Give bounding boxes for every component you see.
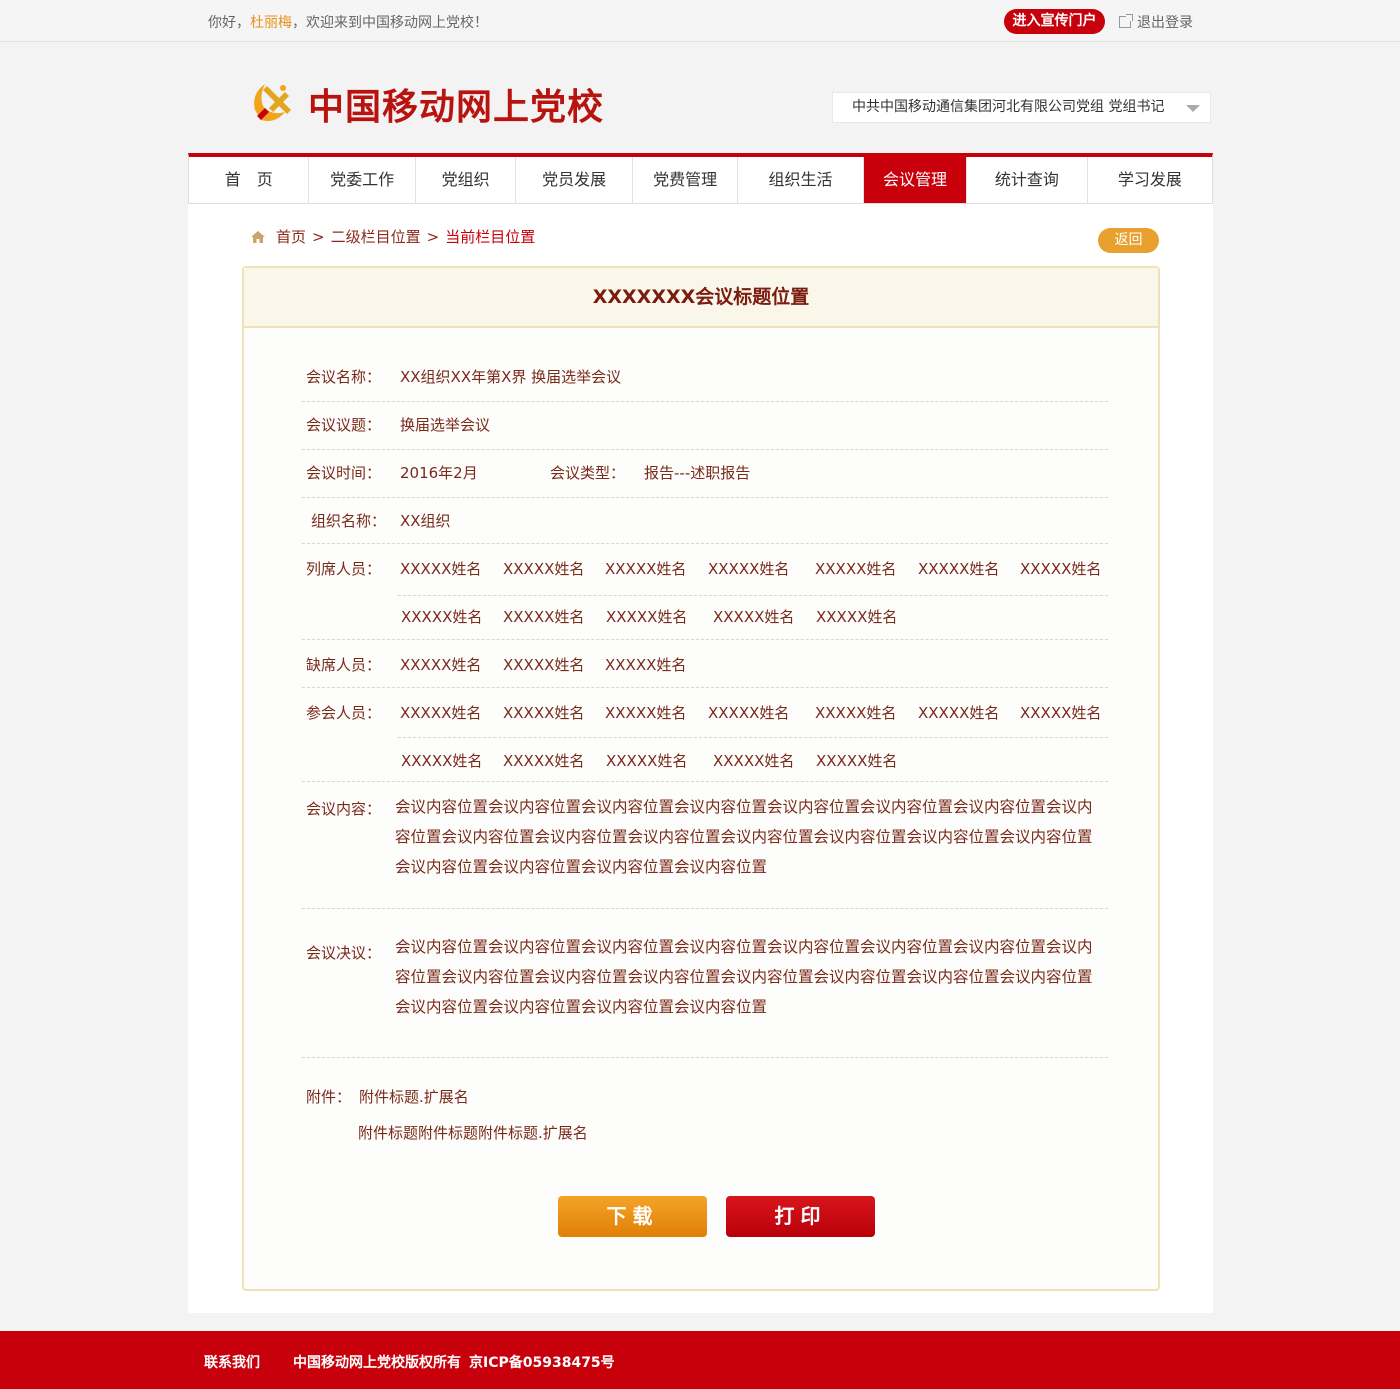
divider bbox=[302, 497, 1108, 498]
breadcrumb-current: 当前栏目位置 bbox=[445, 228, 536, 246]
organization-select[interactable]: 中共中国移动通信集团河北有限公司党组 党组书记 bbox=[832, 92, 1211, 123]
meeting-type-label: 会议类型： bbox=[550, 464, 626, 482]
attendees-label: 列席人员： bbox=[306, 560, 382, 578]
absent-name: XXXXX姓名 bbox=[400, 656, 482, 674]
meeting-content-text: 会议内容位置会议内容位置会议内容位置会议内容位置会议内容位置会议内容位置会议内容… bbox=[395, 798, 1093, 876]
attendee-name: XXXXX姓名 bbox=[605, 560, 687, 578]
meeting-name-value: XX组织XX年第X界 换届选举会议 bbox=[400, 368, 622, 386]
attendee-name: XXXXX姓名 bbox=[400, 560, 482, 578]
absent-name: XXXXX姓名 bbox=[605, 656, 687, 674]
attendee-name: XXXXX姓名 bbox=[815, 560, 897, 578]
meeting-title: XXXXXXX会议标题位置 bbox=[244, 268, 1158, 328]
nav-item-member-dev[interactable]: 党员发展 bbox=[516, 157, 633, 203]
download-button[interactable]: 下载 bbox=[558, 1196, 707, 1237]
party-emblem-icon bbox=[254, 84, 291, 121]
divider bbox=[302, 908, 1108, 909]
breadcrumb-level2[interactable]: 二级栏目位置 bbox=[331, 228, 421, 246]
external-link-icon bbox=[1119, 14, 1133, 28]
participant-name: XXXXX姓名 bbox=[918, 704, 1000, 722]
contact-us-link[interactable]: 联系我们 bbox=[204, 1352, 260, 1372]
breadcrumb-separator: > bbox=[312, 228, 325, 246]
attendee-name: XXXXX姓名 bbox=[708, 560, 790, 578]
greeting-suffix: ，欢迎来到中国移动网上党校！ bbox=[292, 15, 488, 31]
meeting-time-label: 会议时间： bbox=[306, 464, 382, 482]
divider bbox=[302, 781, 1108, 782]
meeting-time-value: 2016年2月 bbox=[400, 464, 478, 482]
participant-name: XXXXX姓名 bbox=[815, 704, 897, 722]
attachment-label: 附件： bbox=[306, 1088, 352, 1106]
attendee-name: XXXXX姓名 bbox=[1020, 560, 1102, 578]
user-name[interactable]: 杜丽梅 bbox=[250, 15, 292, 31]
participants-label: 参会人员： bbox=[306, 704, 382, 722]
participant-name: XXXXX姓名 bbox=[606, 752, 688, 770]
participant-name: XXXXX姓名 bbox=[401, 752, 483, 770]
participant-name: XXXXX姓名 bbox=[503, 704, 585, 722]
divider bbox=[302, 639, 1108, 640]
breadcrumb-separator: > bbox=[426, 228, 440, 246]
meeting-content-label: 会议内容： bbox=[306, 800, 382, 818]
nav-item-statistics[interactable]: 统计查询 bbox=[967, 157, 1088, 203]
attendee-name: XXXXX姓名 bbox=[401, 608, 483, 626]
participant-name: XXXXX姓名 bbox=[400, 704, 482, 722]
breadcrumb: 首页 > 二级栏目位置 > 当前栏目位置 bbox=[250, 226, 535, 247]
nav-item-party-committee[interactable]: 党委工作 bbox=[309, 157, 416, 203]
attendee-name: XXXXX姓名 bbox=[503, 560, 585, 578]
icp-text: 京ICP备05938475号 bbox=[469, 1355, 615, 1371]
divider bbox=[302, 543, 1108, 544]
site-title: 中国移动网上党校 bbox=[308, 86, 605, 128]
nav-item-org-life[interactable]: 组织生活 bbox=[738, 157, 864, 203]
attendee-name: XXXXX姓名 bbox=[918, 560, 1000, 578]
chevron-down-icon bbox=[1186, 105, 1200, 112]
divider bbox=[398, 595, 1108, 596]
attendee-name: XXXXX姓名 bbox=[503, 608, 585, 626]
meeting-detail-panel: XXXXXXX会议标题位置 会议名称： XX组织XX年第X界 换届选举会议 会议… bbox=[242, 266, 1160, 1291]
attendee-name: XXXXX姓名 bbox=[606, 608, 688, 626]
divider bbox=[398, 737, 1108, 738]
breadcrumb-home[interactable]: 首页 bbox=[276, 228, 306, 246]
logout-label: 退出登录 bbox=[1137, 15, 1193, 31]
meeting-resolution-text: 会议内容位置会议内容位置会议内容位置会议内容位置会议内容位置会议内容位置会议内容… bbox=[395, 938, 1093, 1016]
attachment-link[interactable]: 附件标题.扩展名 bbox=[359, 1086, 469, 1107]
nav-item-home[interactable]: 首 页 bbox=[189, 157, 310, 203]
divider bbox=[302, 1057, 1108, 1058]
attachment-link[interactable]: 附件标题附件标题附件标题.扩展名 bbox=[358, 1122, 588, 1143]
organization-selected-value: 中共中国移动通信集团河北有限公司党组 党组书记 bbox=[852, 99, 1165, 115]
print-button[interactable]: 打印 bbox=[726, 1196, 875, 1237]
participant-name: XXXXX姓名 bbox=[713, 752, 795, 770]
copyright-text: 中国移动网上党校版权所有 bbox=[293, 1355, 461, 1371]
nav-item-meeting[interactable]: 会议管理 bbox=[863, 157, 968, 203]
meeting-topic-value: 换届选举会议 bbox=[400, 416, 491, 434]
divider bbox=[302, 687, 1108, 688]
participant-name: XXXXX姓名 bbox=[816, 752, 898, 770]
participant-name: XXXXX姓名 bbox=[605, 704, 687, 722]
top-bar: 你好，杜丽梅，欢迎来到中国移动网上党校！ 进入宣传门户 退出登录 bbox=[0, 0, 1400, 42]
nav-item-dues[interactable]: 党费管理 bbox=[633, 157, 739, 203]
greeting: 你好，杜丽梅，欢迎来到中国移动网上党校！ bbox=[208, 12, 488, 32]
main-content: 首页 > 二级栏目位置 > 当前栏目位置 返回 XXXXXXX会议标题位置 会议名称： … bbox=[188, 204, 1213, 1313]
main-nav: 首 页 党委工作 党组织 党员发展 党费管理 组织生活 会议管理 统计查询 学习… bbox=[188, 153, 1213, 204]
attendee-name: XXXXX姓名 bbox=[816, 608, 898, 626]
nav-item-learning[interactable]: 学习发展 bbox=[1088, 157, 1212, 203]
logout-link[interactable]: 退出登录 bbox=[1119, 12, 1193, 32]
org-name-value: XX组织 bbox=[400, 512, 451, 530]
meeting-topic-label: 会议议题： bbox=[306, 416, 382, 434]
absent-name: XXXXX姓名 bbox=[503, 656, 585, 674]
meeting-name-label: 会议名称： bbox=[306, 368, 382, 386]
back-button[interactable]: 返回 bbox=[1098, 228, 1159, 253]
home-icon bbox=[251, 231, 265, 243]
footer: 联系我们 中国移动网上党校版权所有 京ICP备05938475号 bbox=[0, 1331, 1400, 1389]
org-name-label: 组织名称： bbox=[311, 512, 387, 530]
participant-name: XXXXX姓名 bbox=[1020, 704, 1102, 722]
participant-name: XXXXX姓名 bbox=[708, 704, 790, 722]
divider bbox=[302, 401, 1108, 402]
nav-item-party-org[interactable]: 党组织 bbox=[416, 157, 517, 203]
attendee-name: XXXXX姓名 bbox=[713, 608, 795, 626]
meeting-type-value: 报告---述职报告 bbox=[644, 464, 751, 482]
greeting-prefix: 你好， bbox=[208, 15, 250, 31]
participant-name: XXXXX姓名 bbox=[503, 752, 585, 770]
divider bbox=[302, 449, 1108, 450]
meeting-resolution-label: 会议决议： bbox=[306, 944, 382, 962]
absent-label: 缺席人员： bbox=[306, 656, 382, 674]
portal-button[interactable]: 进入宣传门户 bbox=[1004, 9, 1105, 34]
